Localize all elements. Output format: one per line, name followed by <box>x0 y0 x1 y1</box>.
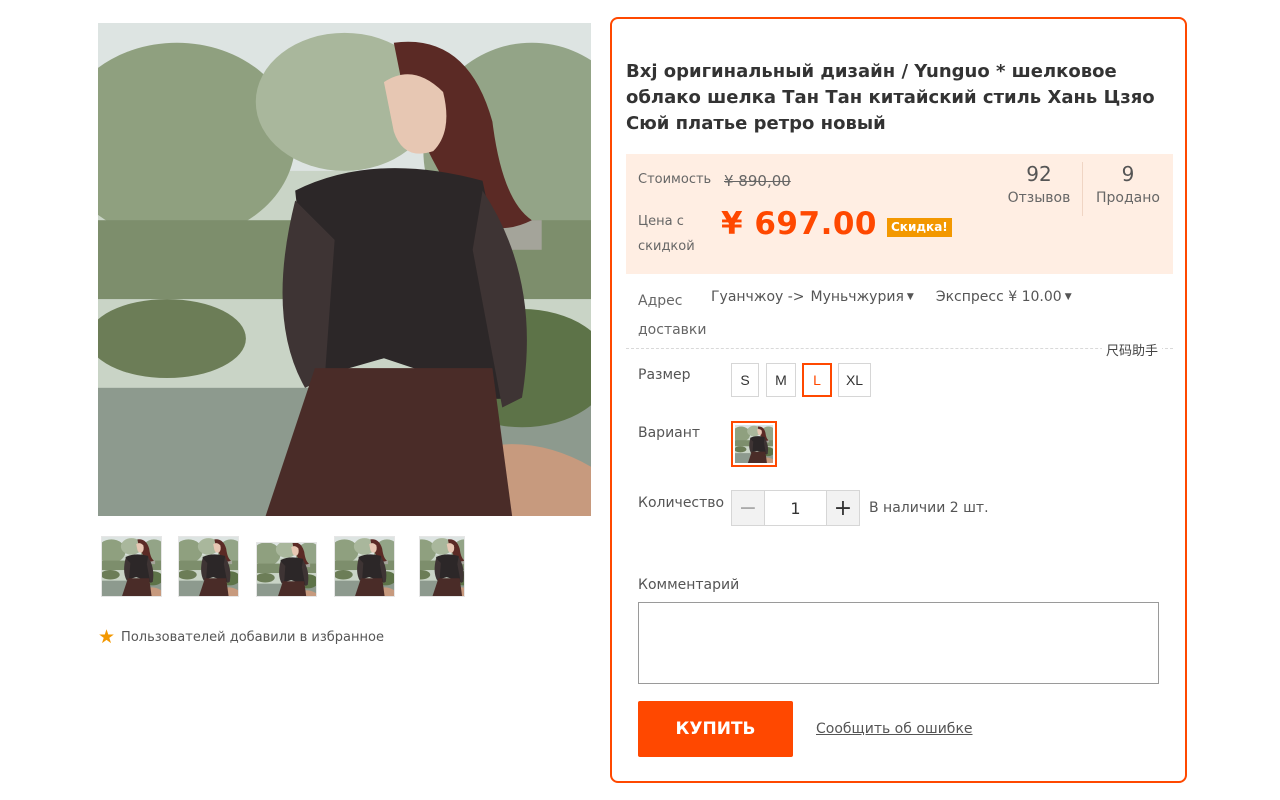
reviews-count: 92 <box>1026 162 1052 186</box>
discount-badge: Скидка! <box>887 218 952 237</box>
stock-info: В наличии 2 шт. <box>869 500 989 516</box>
size-option-m[interactable]: M <box>766 363 796 397</box>
favorites-info: ★ Пользователей добавили в избранное <box>98 626 384 648</box>
favorites-text: Пользователей добавили в избранное <box>121 629 384 645</box>
variant-option[interactable] <box>731 421 777 467</box>
quantity-increase-button[interactable]: + <box>826 491 859 525</box>
sold-label: Продано <box>1096 190 1160 206</box>
size-label: Размер <box>638 367 691 383</box>
price-box: Стоимость ¥ 890,00 Цена с скидкой ¥ 697.… <box>626 154 1173 274</box>
variant-label: Вариант <box>638 425 701 441</box>
variant-thumbnail-image <box>735 425 773 463</box>
thumbnail-1[interactable] <box>101 536 162 597</box>
reviews-stat[interactable]: 92 Отзывов <box>1003 160 1075 206</box>
thumbnail-2[interactable] <box>178 536 239 597</box>
shipping-destination-dropdown[interactable]: Муньчжурия ▼ <box>811 289 914 305</box>
quantity-input[interactable] <box>765 491 826 525</box>
section-divider <box>626 348 1173 349</box>
shipping-destination: Муньчжурия <box>810 289 904 305</box>
sold-stat: 9 Продано <box>1089 160 1167 206</box>
size-guide-link[interactable]: 尺码助手 <box>1102 340 1163 359</box>
thumbnail-5[interactable] <box>419 536 465 597</box>
star-icon: ★ <box>98 626 116 648</box>
caret-down-icon: ▼ <box>1064 292 1072 302</box>
shipping-label: Адрес доставки <box>638 293 707 338</box>
quantity-label: Количество <box>638 495 725 511</box>
product-title: Bxj оригинальный дизайн / Yunguo * шелко… <box>626 61 1155 134</box>
sold-count: 9 <box>1121 162 1135 186</box>
quantity-stepper: − + <box>731 490 860 526</box>
report-error-link[interactable]: Сообщить об ошибке <box>816 721 973 737</box>
size-option-l[interactable]: L <box>802 363 832 397</box>
discount-price-label: Цена с скидкой <box>638 214 695 254</box>
comment-field[interactable] <box>638 602 1159 684</box>
buy-button[interactable]: КУПИТЬ <box>638 701 793 757</box>
discount-price: ¥ 697.00 <box>721 206 877 242</box>
old-price-label: Стоимость <box>638 172 712 187</box>
old-price: ¥ 890,00 <box>724 172 791 190</box>
shipping-method: Экспресс ¥ 10.00 <box>935 289 1062 305</box>
quantity-decrease-button[interactable]: − <box>732 491 765 525</box>
product-panel: Bxj оригинальный дизайн / Yunguo * шелко… <box>610 17 1187 783</box>
stats-divider <box>1082 162 1083 216</box>
reviews-label: Отзывов <box>1007 190 1071 206</box>
caret-down-icon: ▼ <box>906 292 914 302</box>
shipping-from: Гуанчжоу -> <box>711 289 805 305</box>
thumbnail-3[interactable] <box>256 542 317 597</box>
thumbnail-4[interactable] <box>334 536 395 597</box>
product-photo-image <box>98 23 591 516</box>
shipping-route: Гуанчжоу -> Муньчжурия ▼ Экспресс ¥ 10.0… <box>711 289 1072 305</box>
size-option-xl[interactable]: XL <box>838 363 871 397</box>
main-product-photo <box>98 23 591 516</box>
comment-label: Комментарий <box>638 577 740 593</box>
shipping-method-dropdown[interactable]: Экспресс ¥ 10.00 ▼ <box>936 289 1072 305</box>
size-option-s[interactable]: S <box>731 363 759 397</box>
